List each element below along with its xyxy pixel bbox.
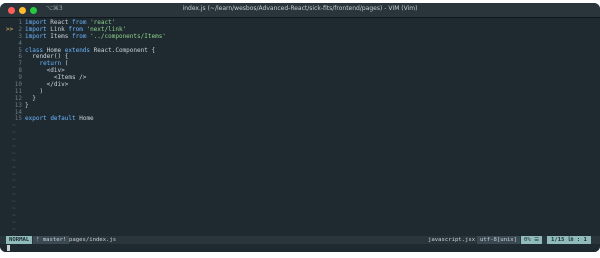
- code-line[interactable]: 5 class Home extends React.Component {: [0, 47, 600, 55]
- empty-line: ~: [0, 136, 600, 144]
- empty-line: ~: [0, 191, 600, 199]
- empty-line: ~: [0, 219, 600, 227]
- code-line[interactable]: 3 import Items from '../components/Items': [0, 32, 600, 41]
- empty-line: ~: [0, 184, 600, 192]
- code-line[interactable]: 12 }: [0, 95, 600, 103]
- mode-indicator: NORMAL: [6, 236, 33, 244]
- empty-line: ~: [0, 150, 600, 158]
- empty-line: ~: [0, 226, 600, 234]
- cursor-position: 1/15 ㏑ : 1: [547, 236, 591, 244]
- empty-line: ~: [0, 205, 600, 213]
- empty-line: ~: [0, 198, 600, 206]
- code-line[interactable]: 9 <Items />: [0, 74, 600, 82]
- empty-line: ~: [0, 122, 600, 130]
- filetype-label: javascript.jsx: [428, 237, 476, 243]
- empty-line: ~: [0, 178, 600, 185]
- command-line[interactable]: [0, 244, 600, 252]
- git-branch: ᚠ master!: [33, 236, 70, 244]
- editor-buffer[interactable]: 1 import React from 'react' >> 2 import Link…: [0, 19, 600, 241]
- title-bar: ⌥⌘3 index.js (~/learn/wesbos/Advanced-Re…: [0, 3, 600, 18]
- encoding-label: utf-8[unix]: [477, 236, 521, 244]
- code-line[interactable]: 15 export default Home: [0, 116, 600, 123]
- empty-line: ~: [0, 164, 600, 172]
- vim-window: ⌥⌘3 index.js (~/learn/wesbos/Advanced-Re…: [0, 3, 600, 252]
- code-line[interactable]: 10 </div>: [0, 81, 600, 89]
- code-line[interactable]: 11 ): [0, 88, 600, 96]
- line-text: }: [25, 101, 29, 109]
- text-cursor: [7, 245, 10, 251]
- code-line[interactable]: 13}: [0, 101, 600, 110]
- empty-line: ~: [0, 157, 600, 165]
- scroll-percent: 0% ☰: [521, 236, 543, 244]
- empty-line: ~: [0, 129, 600, 137]
- empty-line: ~: [0, 143, 600, 151]
- code-line[interactable]: 8 <div>: [0, 67, 600, 75]
- empty-line: ~: [0, 212, 600, 220]
- file-path: pages/index.js: [69, 237, 117, 243]
- empty-line: ~: [0, 171, 600, 179]
- code-line[interactable]: 6 render() {: [0, 54, 600, 61]
- line-text: import Items from '../components/Items': [25, 32, 166, 40]
- code-line[interactable]: 7 return (: [0, 60, 600, 68]
- window-title: index.js (~/learn/wesbos/Advanced-React/…: [182, 5, 418, 12]
- status-line: NORMAL ᚠ master! pages/index.js javascri…: [0, 236, 600, 244]
- line-text: export default Home: [25, 115, 94, 123]
